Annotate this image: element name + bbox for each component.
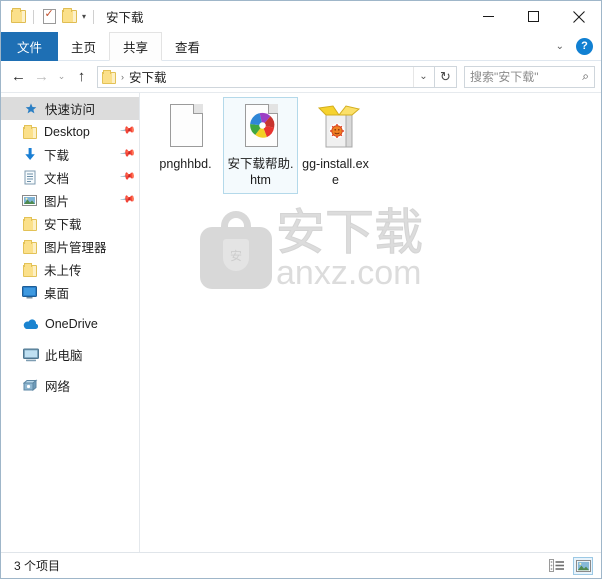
tab-share[interactable]: 共享 — [109, 32, 163, 61]
sidebar-item-desktop-cn[interactable]: 桌面 — [1, 281, 139, 304]
anxz-watermark: 安 安下载 anxz.com — [200, 204, 424, 292]
folder-icon — [21, 123, 38, 140]
sidebar-item-picture-manager[interactable]: 图片管理器 — [1, 235, 139, 258]
sidebar-item-quick-access[interactable]: 快速访问 — [1, 97, 139, 120]
navigation-pane: 快速访问 Desktop 📌 下载 📌 文档 📌 图片 📌 安下载 图片管理器 … — [1, 93, 140, 552]
sidebar-item-label: 下载 — [44, 149, 70, 163]
download-arrow-icon — [21, 146, 38, 163]
folder-icon — [21, 261, 38, 278]
explorer-body: 快速访问 Desktop 📌 下载 📌 文档 📌 图片 📌 安下载 图片管理器 … — [1, 93, 601, 552]
back-arrow-icon[interactable]: ← — [7, 65, 30, 88]
sidebar-item-documents[interactable]: 文档 📌 — [1, 166, 139, 189]
window-controls — [466, 1, 601, 32]
file-item[interactable]: 安下载帮助.htm — [223, 97, 298, 194]
breadcrumb-separator-icon[interactable]: › — [121, 72, 124, 82]
help-icon[interactable]: ? — [576, 37, 593, 55]
tab-home[interactable]: 主页 — [58, 32, 109, 61]
sidebar-item-label: 图片 — [44, 195, 70, 209]
ribbon-tab-bar: 文件 主页 共享 查看 ⌄ ? — [1, 32, 601, 61]
file-name-label: 安下载帮助.htm — [227, 157, 294, 187]
watermark-chinese-text: 安下载 — [275, 204, 424, 261]
installer-package-icon — [312, 102, 360, 150]
sidebar-item-label: 桌面 — [44, 287, 70, 301]
toolbar-divider — [33, 9, 34, 24]
new-folder-icon[interactable] — [59, 6, 79, 28]
documents-icon — [21, 169, 38, 186]
sidebar-item-label: 快速访问 — [45, 103, 96, 117]
tab-view[interactable]: 查看 — [162, 32, 213, 61]
tab-file[interactable]: 文件 — [1, 32, 59, 61]
breadcrumb-current[interactable]: 安下载 — [129, 67, 167, 86]
sidebar-item-downloads[interactable]: 下载 📌 — [1, 143, 139, 166]
sidebar-item-label: 网络 — [45, 380, 71, 394]
sidebar-item-onedrive[interactable]: OneDrive — [1, 312, 139, 335]
view-toggle-group — [547, 556, 593, 575]
file-grid: pnghhbd. 安下载帮助.htm gg-install.exe — [148, 97, 373, 194]
file-list-pane[interactable]: pnghhbd. 安下载帮助.htm gg-install.exe 安 安下载 … — [140, 93, 601, 552]
watermark-text: 安下载 anxz.com — [275, 204, 424, 292]
sidebar-item-this-pc[interactable]: 此电脑 — [1, 343, 139, 366]
this-pc-icon — [22, 346, 39, 363]
pictures-icon — [21, 192, 38, 209]
window-title: 安下载 — [106, 11, 144, 25]
pin-star-icon — [22, 100, 39, 117]
address-bar-row: ← → ⌄ ↑ › 安下载 ⌄ ↻ 搜索"安下载" ⌕ — [1, 61, 601, 93]
sidebar-item-pictures[interactable]: 图片 📌 — [1, 189, 139, 212]
anxz-bag-shield-logo: 安 — [200, 211, 272, 289]
up-arrow-icon[interactable]: ↑ — [70, 65, 93, 88]
sidebar-item-label: 此电脑 — [45, 349, 83, 363]
pin-icon[interactable]: 📌 — [119, 169, 137, 187]
recent-locations-chevron-icon[interactable]: ⌄ — [53, 65, 70, 88]
search-icon[interactable]: ⌕ — [582, 69, 589, 84]
folder-icon — [21, 238, 38, 255]
sidebar-item-label: 图片管理器 — [44, 241, 107, 255]
pin-icon[interactable]: 📌 — [119, 146, 137, 164]
maximize-button[interactable] — [511, 1, 556, 32]
file-explorer-window: ▾ 安下载 文件 主页 共享 查看 ⌄ ? ← → ⌄ ↑ — [0, 0, 602, 579]
title-bar: ▾ 安下载 — [1, 1, 601, 32]
status-bar: 3 个项目 — [1, 552, 601, 578]
file-item[interactable]: pnghhbd. — [148, 97, 223, 178]
refresh-icon[interactable]: ↻ — [435, 65, 457, 88]
address-dropdown-icon[interactable]: ⌄ — [413, 66, 433, 87]
desktop-icon — [21, 284, 38, 301]
html-browser-document-icon — [237, 102, 285, 150]
sidebar-item-label: 未上传 — [44, 264, 82, 278]
watermark-domain-text: anxz.com — [276, 254, 422, 292]
breadcrumb-folder-icon[interactable] — [102, 69, 116, 84]
details-view-button[interactable] — [547, 557, 567, 575]
search-placeholder: 搜索"安下载" — [470, 70, 539, 84]
sidebar-item-desktop-en[interactable]: Desktop 📌 — [1, 120, 139, 143]
toolbar-divider-2 — [93, 9, 95, 24]
onedrive-cloud-icon — [22, 315, 39, 332]
customize-caret-icon[interactable]: ▾ — [82, 12, 86, 21]
sidebar-item-not-uploaded[interactable]: 未上传 — [1, 258, 139, 281]
sidebar-item-anxiazai[interactable]: 安下载 — [1, 212, 139, 235]
file-name-label: gg-install.exe — [302, 157, 369, 187]
close-button[interactable] — [556, 1, 601, 32]
watermark-shield-char: 安 — [223, 239, 249, 271]
folder-icon — [21, 215, 38, 232]
properties-check-icon[interactable] — [39, 6, 59, 28]
sidebar-item-label: 文档 — [44, 172, 70, 186]
large-icons-view-button[interactable] — [573, 556, 593, 575]
item-count-label: 3 个项目 — [14, 559, 61, 573]
file-item[interactable]: gg-install.exe — [298, 97, 373, 194]
sidebar-item-label: 安下载 — [44, 218, 82, 232]
sidebar-item-label: OneDrive — [45, 316, 98, 331]
minimize-button[interactable] — [466, 1, 511, 32]
network-icon — [22, 377, 39, 394]
generic-document-icon — [162, 102, 210, 150]
folder-properties-icon[interactable] — [8, 6, 28, 28]
pin-icon[interactable]: 📌 — [119, 123, 137, 141]
search-input[interactable]: 搜索"安下载" ⌕ — [464, 65, 595, 88]
pin-icon[interactable]: 📌 — [119, 192, 137, 210]
ribbon-right-controls: ⌄ ? — [553, 32, 601, 60]
address-input[interactable]: › 安下载 ⌄ — [97, 65, 435, 88]
forward-arrow-icon[interactable]: → — [30, 65, 53, 88]
file-name-label: pnghhbd. — [159, 157, 212, 171]
chevron-down-icon[interactable]: ⌄ — [553, 41, 567, 52]
sidebar-item-label: Desktop — [44, 124, 90, 139]
sidebar-item-network[interactable]: 网络 — [1, 374, 139, 397]
